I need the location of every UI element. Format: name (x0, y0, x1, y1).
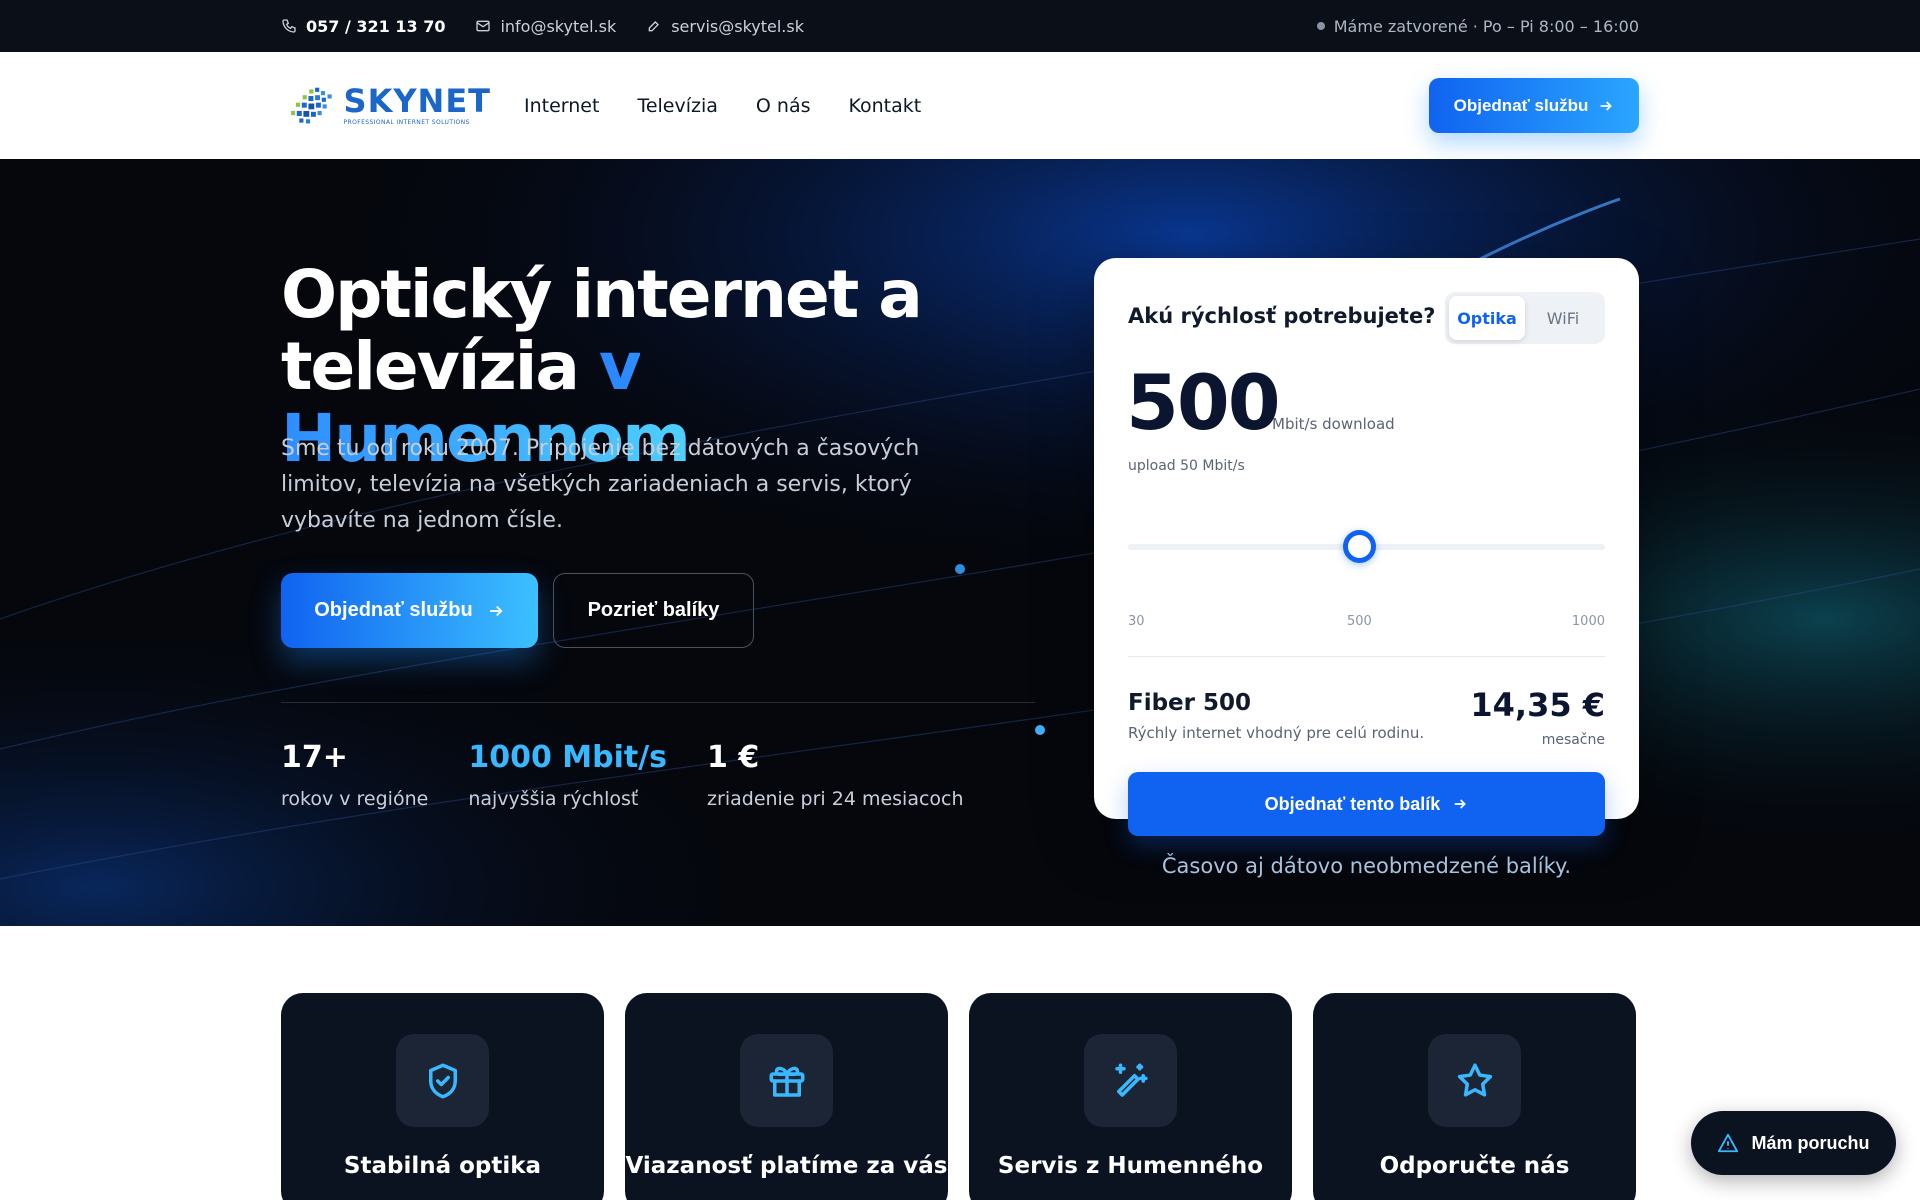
feature-card[interactable]: Servis z Humenného (969, 993, 1292, 1200)
feature-icon-box (1084, 1034, 1177, 1127)
report-outage-button[interactable]: Mám poruchu (1691, 1111, 1896, 1175)
plan-description: Rýchly internet vhodný pre celú rodinu. (1128, 724, 1425, 742)
card-divider (1128, 656, 1605, 657)
opening-status-text: Máme zatvorené · Po – Pi 8:00 – 16:00 (1333, 16, 1639, 36)
star-icon (1457, 1063, 1492, 1097)
upload-speed: upload 50 Mbit/s (1128, 458, 1245, 474)
stat-setup: 1 € zriadenie pri 24 mesiacoch (707, 740, 964, 810)
hero-description: Sme tu od roku 2007. Pripojenie bez dáto… (281, 436, 920, 533)
mail-icon (476, 20, 491, 32)
wrench-icon (648, 21, 660, 32)
feature-title: Odporučte nás (1379, 1153, 1570, 1179)
report-outage-label: Mám poruchu (1751, 1132, 1870, 1153)
order-package-label: Objednať tento balík (1264, 793, 1441, 814)
plan-price-period: mesačne (1541, 732, 1605, 748)
main-nav: SKYNET PROFESSIONAL INTERNET SOLUTIONS I… (0, 52, 1920, 159)
nav-order-label: Objednať službu (1453, 95, 1589, 115)
topbar-service-email-text: servis@skytel.sk (671, 16, 804, 36)
speed-slider-fill (1128, 544, 1359, 550)
feature-card[interactable]: Stabilná optika (281, 993, 604, 1200)
topbar-phone[interactable]: 057 / 321 13 70 (281, 17, 445, 36)
nav-item-internet[interactable]: Internet (524, 95, 599, 117)
toggle-optika[interactable]: Optika (1449, 296, 1525, 340)
stat-speed: 1000 Mbit/s najvyššia rýchlosť (468, 740, 667, 810)
nav-menu: Internet Televízia O nás Kontakt (524, 95, 921, 117)
tick-max: 1000 (1571, 614, 1605, 629)
phone-icon (282, 19, 296, 33)
logo-name: SKYNET (343, 82, 491, 120)
stat-label: rokov v regióne (281, 788, 429, 810)
opening-status: Máme zatvorené · Po – Pi 8:00 – 16:00 (1316, 16, 1639, 36)
feature-icon-box (1428, 1034, 1521, 1127)
topbar-service-email[interactable]: servis@skytel.sk (646, 17, 804, 36)
stat-value: 1000 Mbit/s (468, 740, 668, 775)
toggle-wifi[interactable]: WiFi (1525, 296, 1601, 340)
warning-icon (1718, 1133, 1739, 1153)
arrow-right-icon (1454, 799, 1467, 809)
stat-years: 17+ rokov v regióne (281, 740, 428, 810)
hero-section: Optický internet a televízia v Humennom … (0, 159, 1920, 926)
tick-min: 30 (1128, 614, 1145, 629)
feature-title: Servis z Humenného (997, 1153, 1264, 1179)
hero-title-line1: Optický internet a (281, 256, 923, 333)
view-packages-button[interactable]: Pozrieť balíky (553, 573, 754, 648)
gift-icon (769, 1066, 804, 1097)
topbar: 057 / 321 13 70 info@skytel.sk servis@sk… (0, 0, 1920, 52)
arrow-right-icon (1601, 100, 1613, 111)
logo-tagline: PROFESSIONAL INTERNET SOLUTIONS (343, 119, 470, 126)
topbar-email-text: info@skytel.sk (500, 16, 617, 36)
hero-divider (281, 702, 1035, 703)
stat-label: zriadenie pri 24 mesiacoch (707, 788, 964, 810)
order-package-button[interactable]: Objednať tento balík (1128, 772, 1605, 836)
features-section: Stabilná optika Viazanosť platíme za vás… (281, 993, 1639, 1200)
feature-card[interactable]: Viazanosť platíme za vás (625, 993, 948, 1200)
stat-label: najvyššia rýchlosť (468, 788, 639, 810)
speed-unit: Mbit/s download (1272, 415, 1395, 433)
speed-question: Akú rýchlosť potrebujete? (1128, 304, 1436, 328)
magic-wand-icon (1114, 1063, 1148, 1097)
hero-order-button[interactable]: Objednať službu (281, 573, 538, 648)
stat-value: 17+ (281, 740, 348, 775)
feature-icon-box (740, 1034, 833, 1127)
nav-item-televizia[interactable]: Televízia (637, 95, 717, 117)
speed-selector-card: Akú rýchlosť potrebujete? Optika WiFi 50… (1094, 258, 1639, 878)
nav-order-button[interactable]: Objednať službu (1429, 78, 1639, 133)
hero-order-label: Objednať službu (314, 599, 473, 621)
topbar-phone-text: 057 / 321 13 70 (306, 16, 446, 36)
feature-card[interactable]: Odporučte nás (1313, 993, 1636, 1200)
connection-type-toggle: Optika WiFi (1445, 292, 1605, 344)
nav-item-o-nas[interactable]: O nás (756, 95, 811, 117)
topbar-email[interactable]: info@skytel.sk (475, 17, 616, 36)
feature-title: Stabilná optika (343, 1153, 542, 1179)
plan-name: Fiber 500 (1128, 690, 1252, 716)
feature-title: Viazanosť platíme za vás (625, 1153, 948, 1179)
feature-icon-box (396, 1034, 489, 1127)
slider-ticks: 30 500 1000 (1128, 614, 1605, 630)
speed-slider-handle[interactable] (1343, 530, 1376, 563)
speed-slider[interactable] (1128, 530, 1605, 563)
nav-item-kontakt[interactable]: Kontakt (849, 95, 922, 117)
hero-actions: Objednať službu Pozrieť balíky (281, 573, 754, 648)
hero-stats: 17+ rokov v regióne 1000 Mbit/s najvyšši… (281, 740, 1004, 810)
logo[interactable]: SKYNET PROFESSIONAL INTERNET SOLUTIONS (281, 80, 491, 132)
stat-value: 1 € (707, 740, 760, 775)
arrow-right-icon (489, 605, 503, 616)
tick-mid: 500 (1347, 614, 1372, 629)
unlimited-note: Časovo aj dátovo neobmedzené balíky. (1161, 854, 1572, 878)
logo-mark-icon (290, 87, 332, 123)
plan-price: 14,35 € (1470, 686, 1605, 724)
status-dot (1316, 22, 1325, 30)
shield-check-icon (428, 1063, 457, 1098)
speed-value: 500 (1126, 358, 1281, 447)
hero-title-line2: televízia (281, 328, 599, 405)
